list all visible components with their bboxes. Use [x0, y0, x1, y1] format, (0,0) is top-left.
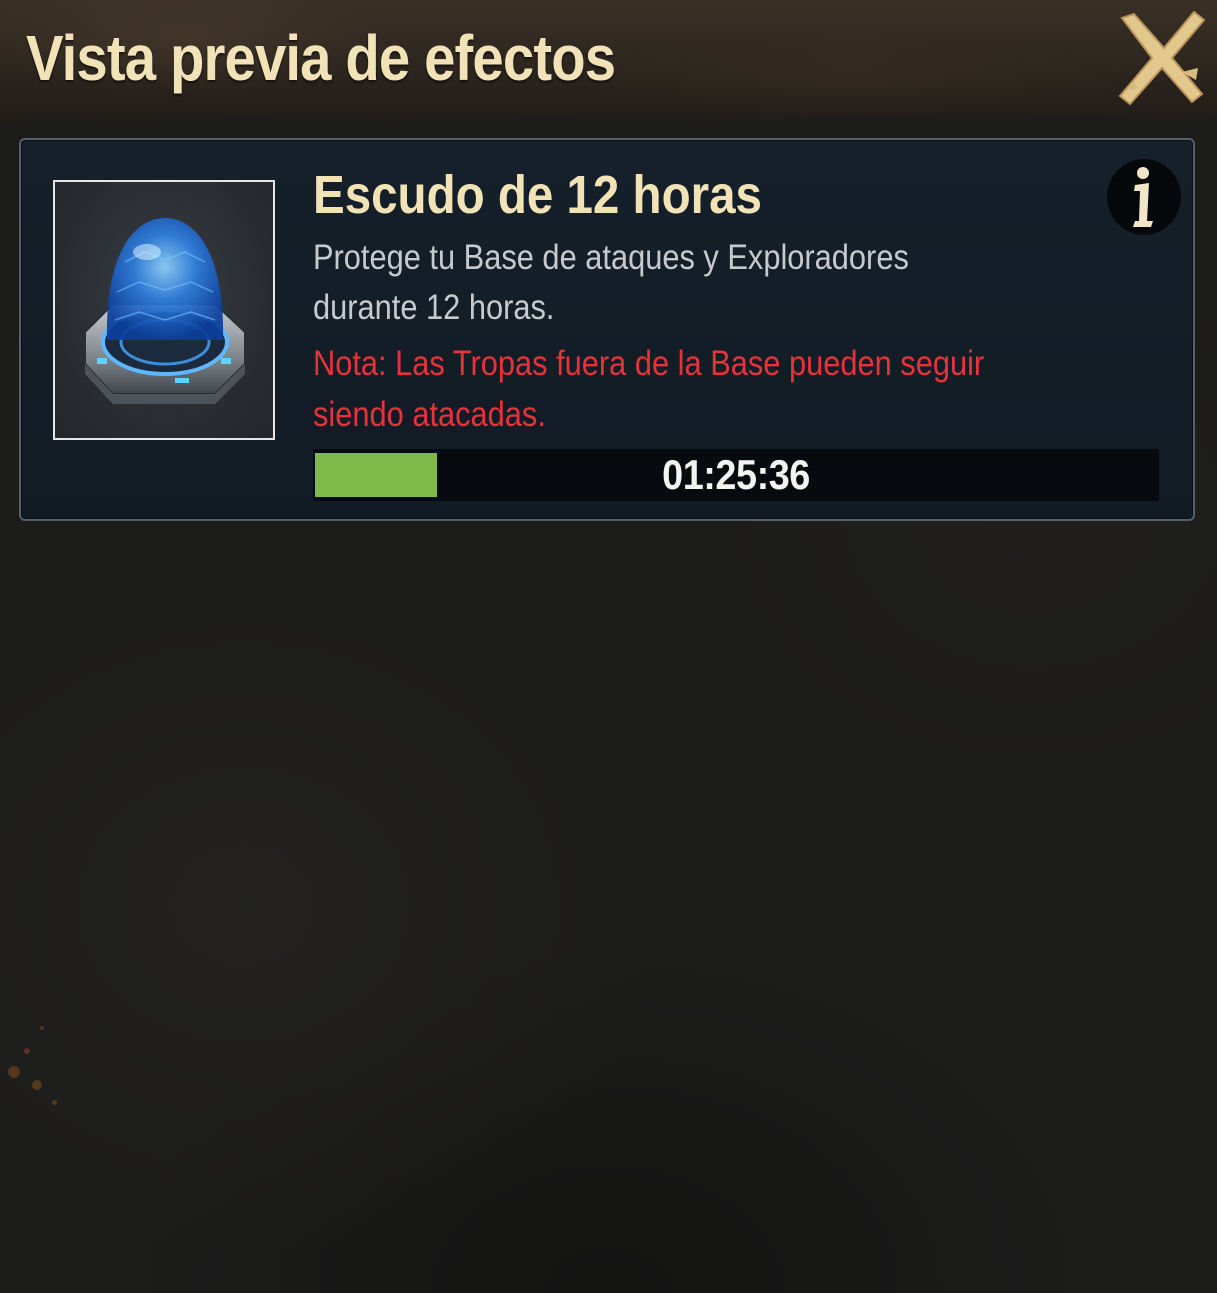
effect-card: Escudo de 12 horas Protege tu Base de at…	[19, 138, 1195, 521]
background-speck	[24, 1048, 30, 1054]
effect-description: Protege tu Base de ataques y Exploradore…	[313, 238, 909, 327]
shield-dome-icon	[84, 218, 246, 404]
timer-remaining: 01:25:36	[662, 451, 810, 498]
close-x-icon	[1118, 10, 1206, 106]
background-speck	[40, 1026, 44, 1030]
effect-title: Escudo de 12 horas	[313, 165, 762, 225]
close-button[interactable]	[1112, 8, 1208, 108]
background-speck	[32, 1080, 42, 1090]
timer-progress-bar: 01:25:36	[313, 449, 1159, 501]
background-speck	[8, 1066, 20, 1078]
info-icon	[1133, 167, 1153, 227]
info-button[interactable]	[1107, 159, 1181, 235]
effect-warning-note: Nota: Las Tropas fuera de la Base pueden…	[313, 344, 985, 434]
background-speck	[52, 1100, 57, 1105]
page-title: Vista previa de efectos	[26, 22, 616, 94]
item-thumbnail	[53, 180, 275, 440]
